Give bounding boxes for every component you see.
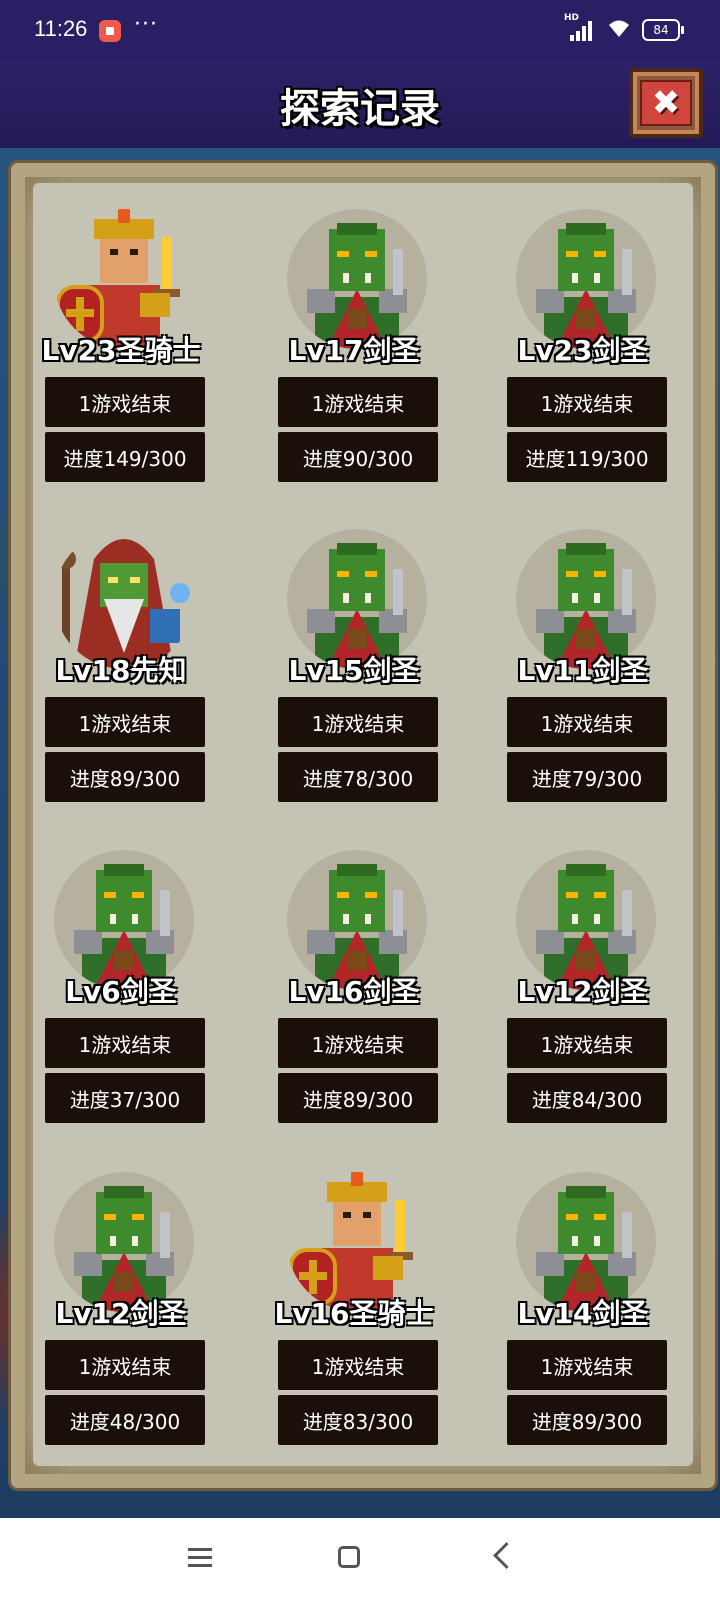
- hero-portrait-orc: [516, 209, 656, 349]
- game-status-button[interactable]: 1游戏结束: [278, 697, 438, 747]
- system-nav-bar: [0, 1518, 720, 1600]
- record-card[interactable]: Lv16圣骑士 1游戏结束 进度83/300: [264, 1140, 444, 1445]
- progress-button[interactable]: 进度119/300: [507, 432, 667, 482]
- record-card[interactable]: Lv17剑圣 1游戏结束 进度90/300: [264, 177, 444, 482]
- record-card[interactable]: Lv6剑圣 1游戏结束 进度37/300: [31, 818, 211, 1123]
- wifi-icon: [606, 17, 632, 44]
- game-status-button[interactable]: 1游戏结束: [507, 1018, 667, 1068]
- hero-portrait-orc: [516, 850, 656, 990]
- network-type-label: HD: [564, 13, 580, 23]
- record-card[interactable]: Lv12剑圣 1游戏结束 进度84/300: [493, 818, 673, 1123]
- battery-level: 84: [653, 23, 669, 37]
- record-card[interactable]: Lv15剑圣 1游戏结束 进度78/300: [264, 497, 444, 802]
- hero-portrait-orc: [287, 529, 427, 669]
- game-status-button[interactable]: 1游戏结束: [278, 1018, 438, 1068]
- progress-button[interactable]: 进度89/300: [278, 1073, 438, 1123]
- record-card[interactable]: Lv23圣骑士 1游戏结束 进度149/300: [31, 177, 211, 482]
- hero-portrait-shaman: [54, 529, 194, 669]
- hero-portrait-orc: [516, 1172, 656, 1312]
- game-status-button[interactable]: 1游戏结束: [278, 1340, 438, 1390]
- hero-level-name: Lv14剑圣: [517, 1297, 649, 1330]
- hero-portrait-orc: [54, 1172, 194, 1312]
- progress-button[interactable]: 进度90/300: [278, 432, 438, 482]
- progress-button[interactable]: 进度79/300: [507, 752, 667, 802]
- battery-icon: 84: [642, 19, 684, 41]
- game-status-button[interactable]: 1游戏结束: [45, 697, 205, 747]
- record-card[interactable]: Lv12剑圣 1游戏结束 进度48/300: [31, 1140, 211, 1445]
- signal-icon: HD: [564, 13, 596, 41]
- hero-level-name: Lv11剑圣: [517, 654, 649, 687]
- hero-level-name: Lv12剑圣: [55, 1297, 187, 1330]
- menu-icon[interactable]: [170, 1538, 230, 1578]
- game-status-button[interactable]: 1游戏结束: [507, 697, 667, 747]
- status-bar: 11:26 ··· HD 84: [0, 0, 720, 60]
- record-card[interactable]: Lv16剑圣 1游戏结束 进度89/300: [264, 818, 444, 1123]
- hero-level-name: Lv16剑圣: [288, 975, 420, 1008]
- game-status-button[interactable]: 1游戏结束: [45, 377, 205, 427]
- progress-button[interactable]: 进度37/300: [45, 1073, 205, 1123]
- record-card[interactable]: Lv18先知 1游戏结束 进度89/300: [31, 497, 211, 802]
- more-notifications-icon: ···: [134, 12, 158, 37]
- record-card[interactable]: Lv23剑圣 1游戏结束 进度119/300: [493, 177, 673, 482]
- game-status-button[interactable]: 1游戏结束: [507, 1340, 667, 1390]
- hero-level-name: Lv23剑圣: [517, 334, 649, 367]
- back-icon[interactable]: [475, 1538, 535, 1578]
- progress-button[interactable]: 进度83/300: [278, 1395, 438, 1445]
- hero-portrait-orc: [516, 529, 656, 669]
- hero-portrait-orc: [54, 850, 194, 990]
- close-button[interactable]: ✖: [629, 68, 703, 138]
- progress-button[interactable]: 进度149/300: [45, 432, 205, 482]
- close-icon: ✖: [640, 80, 692, 126]
- game-status-button[interactable]: 1游戏结束: [45, 1340, 205, 1390]
- hero-level-name: Lv23圣骑士: [41, 334, 201, 367]
- progress-button[interactable]: 进度48/300: [45, 1395, 205, 1445]
- game-status-button[interactable]: 1游戏结束: [278, 377, 438, 427]
- hero-portrait-orc: [287, 850, 427, 990]
- hero-portrait-orc: [287, 209, 427, 349]
- game-status-button[interactable]: 1游戏结束: [507, 377, 667, 427]
- record-card[interactable]: Lv11剑圣 1游戏结束 进度79/300: [493, 497, 673, 802]
- progress-button[interactable]: 进度78/300: [278, 752, 438, 802]
- header: 探索记录: [0, 60, 720, 148]
- status-icons: HD 84: [564, 13, 684, 44]
- hero-level-name: Lv17剑圣: [288, 334, 420, 367]
- hero-level-name: Lv12剑圣: [517, 975, 649, 1008]
- progress-button[interactable]: 进度84/300: [507, 1073, 667, 1123]
- status-time: 11:26: [34, 16, 88, 41]
- hero-level-name: Lv16圣骑士: [274, 1297, 434, 1330]
- hero-portrait-paladin: [54, 209, 194, 349]
- hero-level-name: Lv6剑圣: [65, 975, 177, 1008]
- record-card[interactable]: Lv14剑圣 1游戏结束 进度89/300: [493, 1140, 673, 1445]
- home-icon[interactable]: [320, 1538, 380, 1578]
- hero-level-name: Lv15剑圣: [288, 654, 420, 687]
- progress-button[interactable]: 进度89/300: [507, 1395, 667, 1445]
- record-icon: [99, 20, 121, 42]
- hero-level-name: Lv18先知: [55, 654, 187, 687]
- hero-portrait-paladin: [287, 1172, 427, 1312]
- progress-button[interactable]: 进度89/300: [45, 752, 205, 802]
- page-title: 探索记录: [280, 86, 440, 132]
- game-status-button[interactable]: 1游戏结束: [45, 1018, 205, 1068]
